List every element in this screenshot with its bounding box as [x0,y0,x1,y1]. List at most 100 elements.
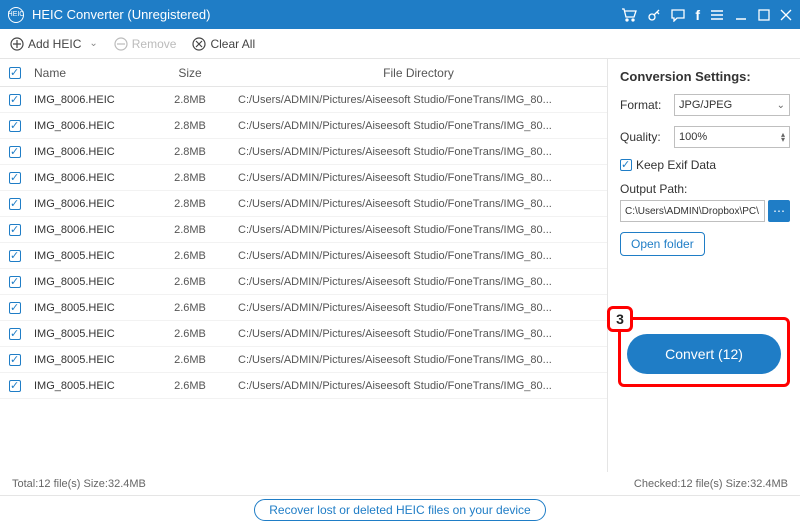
stepper-icon: ▴▾ [781,132,785,142]
row-dir: C:/Users/ADMIN/Pictures/Aiseesoft Studio… [230,224,607,236]
table-row[interactable]: IMG_8005.HEIC2.6MBC:/Users/ADMIN/Picture… [0,295,607,321]
key-icon[interactable] [647,8,661,22]
row-checkbox[interactable] [9,380,21,392]
chevron-down-icon: ⌄ [777,100,785,111]
table-row[interactable]: IMG_8005.HEIC2.6MBC:/Users/ADMIN/Picture… [0,243,607,269]
row-name: IMG_8006.HEIC [30,94,150,106]
table-row[interactable]: IMG_8006.HEIC2.8MBC:/Users/ADMIN/Picture… [0,113,607,139]
row-size: 2.8MB [150,224,230,236]
output-path-label: Output Path: [620,182,790,196]
plus-icon [10,37,24,51]
row-checkbox[interactable] [9,198,21,210]
step-badge: 3 [607,306,633,332]
table-row[interactable]: IMG_8005.HEIC2.6MBC:/Users/ADMIN/Picture… [0,269,607,295]
app-logo-icon: HEIC [8,7,24,23]
row-name: IMG_8005.HEIC [30,302,150,314]
output-path-input[interactable]: C:\Users\ADMIN\Dropbox\PC\ [620,200,765,222]
row-dir: C:/Users/ADMIN/Pictures/Aiseesoft Studio… [230,172,607,184]
table-row[interactable]: IMG_8006.HEIC2.8MBC:/Users/ADMIN/Picture… [0,191,607,217]
row-checkbox[interactable] [9,94,21,106]
table-row[interactable]: IMG_8006.HEIC2.8MBC:/Users/ADMIN/Picture… [0,165,607,191]
maximize-icon[interactable] [758,9,770,21]
row-checkbox[interactable] [9,354,21,366]
format-select[interactable]: JPG/JPEG ⌄ [674,94,790,116]
clear-label: Clear All [210,37,255,51]
row-dir: C:/Users/ADMIN/Pictures/Aiseesoft Studio… [230,302,607,314]
row-dir: C:/Users/ADMIN/Pictures/Aiseesoft Studio… [230,146,607,158]
quality-select[interactable]: 100% ▴▾ [674,126,790,148]
row-dir: C:/Users/ADMIN/Pictures/Aiseesoft Studio… [230,94,607,106]
quality-label: Quality: [620,130,668,144]
settings-title: Conversion Settings: [620,69,790,84]
row-checkbox[interactable] [9,146,21,158]
remove-label: Remove [132,37,177,51]
row-size: 2.6MB [150,328,230,340]
table-row[interactable]: IMG_8006.HEIC2.8MBC:/Users/ADMIN/Picture… [0,87,607,113]
row-size: 2.6MB [150,354,230,366]
row-checkbox[interactable] [9,224,21,236]
chat-icon[interactable] [671,8,685,22]
table-row[interactable]: IMG_8005.HEIC2.6MBC:/Users/ADMIN/Picture… [0,347,607,373]
open-folder-button[interactable]: Open folder [620,232,705,256]
clear-all-button[interactable]: Clear All [192,37,255,51]
facebook-icon[interactable]: f [695,7,700,23]
row-checkbox[interactable] [9,276,21,288]
status-checked: Checked:12 file(s) Size:32.4MB [634,478,788,490]
row-checkbox[interactable] [9,250,21,262]
row-size: 2.6MB [150,380,230,392]
quality-value: 100% [679,131,707,143]
row-name: IMG_8006.HEIC [30,224,150,236]
row-name: IMG_8005.HEIC [30,328,150,340]
window-title: HEIC Converter (Unregistered) [32,7,621,22]
row-name: IMG_8005.HEIC [30,354,150,366]
header-dir[interactable]: File Directory [230,66,607,80]
table-row[interactable]: IMG_8005.HEIC2.6MBC:/Users/ADMIN/Picture… [0,373,607,399]
footer: Recover lost or deleted HEIC files on yo… [0,496,800,524]
toolbar: Add HEIC ⌄ Remove Clear All [0,29,800,59]
add-label: Add HEIC [28,37,81,51]
row-checkbox[interactable] [9,120,21,132]
recover-link[interactable]: Recover lost or deleted HEIC files on yo… [254,499,545,521]
ellipsis-icon: ⋯ [773,204,785,218]
format-label: Format: [620,98,668,112]
header-size[interactable]: Size [150,66,230,80]
status-bar: Total:12 file(s) Size:32.4MB Checked:12 … [0,472,800,496]
table-row[interactable]: IMG_8006.HEIC2.8MBC:/Users/ADMIN/Picture… [0,217,607,243]
chevron-down-icon: ⌄ [89,38,97,49]
row-checkbox[interactable] [9,328,21,340]
minimize-icon[interactable] [734,8,748,22]
row-size: 2.6MB [150,250,230,262]
row-dir: C:/Users/ADMIN/Pictures/Aiseesoft Studio… [230,120,607,132]
row-checkbox[interactable] [9,302,21,314]
row-dir: C:/Users/ADMIN/Pictures/Aiseesoft Studio… [230,198,607,210]
add-heic-button[interactable]: Add HEIC ⌄ [10,37,98,51]
cart-icon[interactable] [621,8,637,22]
row-dir: C:/Users/ADMIN/Pictures/Aiseesoft Studio… [230,250,607,262]
row-dir: C:/Users/ADMIN/Pictures/Aiseesoft Studio… [230,276,607,288]
row-checkbox[interactable] [9,172,21,184]
grid-body: IMG_8006.HEIC2.8MBC:/Users/ADMIN/Picture… [0,87,607,472]
row-size: 2.8MB [150,198,230,210]
table-row[interactable]: IMG_8005.HEIC2.6MBC:/Users/ADMIN/Picture… [0,321,607,347]
browse-button[interactable]: ⋯ [768,200,790,222]
row-size: 2.8MB [150,94,230,106]
minus-icon [114,37,128,51]
status-total: Total:12 file(s) Size:32.4MB [12,478,146,490]
row-dir: C:/Users/ADMIN/Pictures/Aiseesoft Studio… [230,380,607,392]
remove-button[interactable]: Remove [114,37,177,51]
row-name: IMG_8006.HEIC [30,146,150,158]
row-name: IMG_8005.HEIC [30,380,150,392]
file-list-panel: Name Size File Directory IMG_8006.HEIC2.… [0,59,608,472]
format-value: JPG/JPEG [679,99,732,111]
close-icon[interactable] [780,9,792,21]
row-name: IMG_8006.HEIC [30,172,150,184]
convert-button[interactable]: Convert (12) [627,334,781,374]
header-name[interactable]: Name [30,66,150,80]
row-dir: C:/Users/ADMIN/Pictures/Aiseesoft Studio… [230,328,607,340]
menu-icon[interactable] [710,9,724,21]
row-name: IMG_8006.HEIC [30,198,150,210]
row-size: 2.6MB [150,276,230,288]
table-row[interactable]: IMG_8006.HEIC2.8MBC:/Users/ADMIN/Picture… [0,139,607,165]
keep-exif-checkbox[interactable] [620,159,632,171]
select-all-checkbox[interactable] [9,67,21,79]
